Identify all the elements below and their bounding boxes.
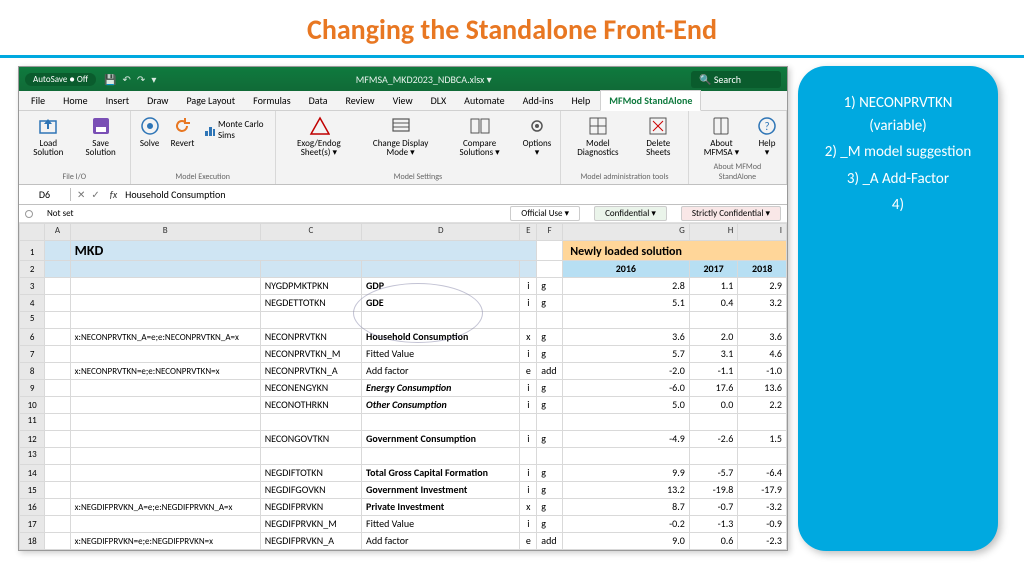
spreadsheet-grid[interactable]: ABCDEFGHI1MKDNewly loaded solution220162… (19, 223, 787, 550)
tab-formulas[interactable]: Formulas (245, 91, 298, 110)
tab-file[interactable]: File (23, 91, 53, 110)
change-display-button[interactable]: Change Display Mode ▾ (364, 115, 437, 157)
about-button[interactable]: About MFMSA ▾ (697, 115, 746, 157)
help-button[interactable]: ?Help ▾ (756, 115, 778, 157)
tab-mfmod-standalone[interactable]: MFMod StandAlone (600, 90, 701, 111)
help-icon: ? (756, 115, 778, 137)
notset-label: Not set (47, 208, 74, 219)
tab-dlx[interactable]: DLX (423, 91, 455, 110)
group-label: Model Settings (284, 172, 552, 182)
tab-home[interactable]: Home (55, 91, 95, 110)
tab-help[interactable]: Help (563, 91, 598, 110)
delete-icon (647, 115, 669, 137)
search-box[interactable]: 🔍 Search (691, 71, 781, 88)
callout-item: 4) (816, 194, 980, 217)
dot-icon (25, 210, 33, 218)
group-label: File I/O (27, 172, 122, 182)
display-icon (390, 115, 412, 137)
group-label: About MFMod StandAlone (697, 162, 778, 182)
group-file-io: Load Solution Save Solution File I/O (19, 111, 131, 184)
group-label: Model administration tools (569, 172, 680, 182)
solve-icon (139, 115, 161, 137)
classification-bar: Not set Official Use ▾ Confidential ▾ St… (19, 205, 787, 223)
slide-title: Changing the Standalone Front-End (0, 0, 1024, 55)
compare-icon (469, 115, 491, 137)
group-about: About MFMSA ▾ ?Help ▾ About MFMod StandA… (689, 111, 787, 184)
callout-item: 3) _A Add-Factor (816, 168, 980, 191)
group-label: Model Execution (139, 172, 267, 182)
group-model-admin: Model Diagnostics Delete Sheets Model ad… (561, 111, 689, 184)
callout-item: 2) _M model suggestion (816, 141, 980, 164)
titlebar: AutoSave ● Off 💾 ↶ ↷ ▾ MFMSA_MKD2023_NDB… (19, 67, 787, 91)
undo-icon[interactable]: ↶ (123, 73, 131, 86)
callout-item: 1) NECONPRVTKN (variable) (816, 92, 980, 137)
ribbon-tabs: FileHomeInsertDrawPage LayoutFormulasDat… (19, 91, 787, 111)
redo-icon[interactable]: ↷ (137, 73, 145, 86)
revert-button[interactable]: Revert (171, 115, 195, 148)
grid-icon (587, 115, 609, 137)
tab-review[interactable]: Review (338, 91, 383, 110)
model-diagnostics-button[interactable]: Model Diagnostics (569, 115, 627, 157)
fx-controls[interactable]: ✕✓ (71, 188, 106, 201)
triangle-icon (308, 115, 330, 137)
revert-icon (171, 115, 193, 137)
tab-automate[interactable]: Automate (456, 91, 512, 110)
tab-add-ins[interactable]: Add-ins (515, 91, 562, 110)
save-solution-button[interactable]: Save Solution (80, 115, 122, 157)
quick-access-toolbar[interactable]: 💾 ↶ ↷ ▾ (104, 73, 156, 86)
callout-box: 1) NECONPRVTKN (variable) 2) _M model su… (798, 66, 998, 551)
chart-icon (204, 123, 215, 137)
excel-window: AutoSave ● Off 💾 ↶ ↷ ▾ MFMSA_MKD2023_NDB… (18, 66, 788, 551)
load-solution-button[interactable]: Load Solution (27, 115, 70, 157)
strictly-confidential-button[interactable]: Strictly Confidential ▾ (681, 206, 781, 221)
book-icon (710, 115, 732, 137)
monte-carlo-button[interactable]: Monte Carlo Sims (204, 119, 266, 141)
autosave-toggle[interactable]: AutoSave ● Off (25, 73, 96, 86)
fx-icon[interactable]: fx (106, 188, 121, 201)
tab-insert[interactable]: Insert (98, 91, 138, 110)
save-icon[interactable]: 💾 (104, 73, 116, 86)
tab-view[interactable]: View (385, 91, 421, 110)
tab-page-layout[interactable]: Page Layout (178, 91, 243, 110)
formula-bar: D6 ✕✓ fx Household Consumption (19, 185, 787, 205)
svg-text:?: ? (764, 120, 769, 133)
group-model-execution: Solve Revert Monte Carlo Sims Model Exec… (131, 111, 276, 184)
file-name[interactable]: MFMSA_MKD2023_NDBCA.xlsx ▾ (156, 73, 691, 86)
gear-icon (526, 115, 548, 137)
confidential-button[interactable]: Confidential ▾ (594, 206, 667, 221)
compare-solutions-button[interactable]: Compare Solutions ▾ (447, 115, 512, 157)
exog-endog-button[interactable]: Exog/Endog Sheet(s) ▾ (284, 115, 354, 157)
official-use-button[interactable]: Official Use ▾ (510, 206, 580, 221)
ribbon: Load Solution Save Solution File I/O Sol… (19, 111, 787, 185)
load-icon (37, 115, 59, 137)
options-button[interactable]: Options ▾ (522, 115, 552, 157)
delete-sheets-button[interactable]: Delete Sheets (637, 115, 680, 157)
formula-value[interactable]: Household Consumption (121, 188, 229, 201)
tab-draw[interactable]: Draw (139, 91, 176, 110)
group-model-settings: Exog/Endog Sheet(s) ▾ Change Display Mod… (276, 111, 561, 184)
title-divider (0, 55, 1024, 58)
solve-button[interactable]: Solve (139, 115, 161, 148)
tab-data[interactable]: Data (301, 91, 336, 110)
name-box[interactable]: D6 (19, 188, 71, 201)
save-icon (90, 115, 112, 137)
